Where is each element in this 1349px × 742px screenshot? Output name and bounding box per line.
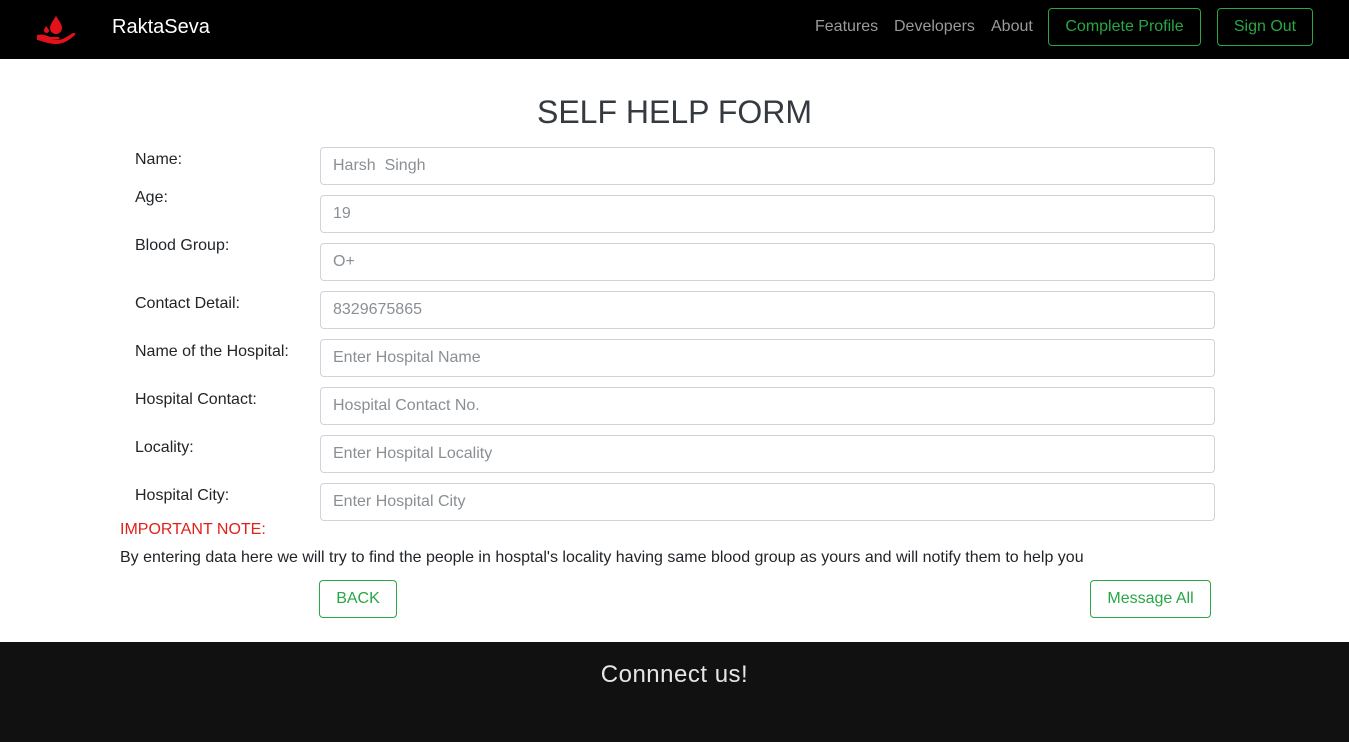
brand-name[interactable]: RaktaSeva	[112, 15, 210, 39]
complete-profile-button[interactable]: Complete Profile	[1048, 8, 1201, 46]
name-label: Name:	[135, 151, 183, 168]
top-navbar: RaktaSeva Features Developers About Comp…	[0, 0, 1349, 59]
contact-detail-label: Contact Detail:	[135, 295, 240, 312]
age-label: Age:	[135, 189, 168, 206]
footer	[0, 642, 1349, 742]
blood-group-label: Blood Group:	[135, 237, 230, 254]
hospital-city-input[interactable]	[320, 483, 1215, 521]
important-note-text: By entering data here we will try to fin…	[120, 549, 1084, 566]
nav-link-features[interactable]: Features	[815, 17, 878, 37]
hospital-city-label: Hospital City:	[135, 487, 230, 504]
sign-out-button[interactable]: Sign Out	[1217, 8, 1313, 46]
hospital-name-input[interactable]	[320, 339, 1215, 377]
hospital-contact-input[interactable]	[320, 387, 1215, 425]
page-title: SELF HELP FORM	[536, 94, 813, 130]
message-all-button[interactable]: Message All	[1090, 580, 1211, 618]
blood-drop-hand-icon[interactable]	[36, 13, 76, 45]
back-button[interactable]: BACK	[319, 580, 397, 618]
nav-link-developers[interactable]: Developers	[894, 17, 975, 37]
locality-input[interactable]	[320, 435, 1215, 473]
contact-detail-input[interactable]	[320, 291, 1215, 329]
nav-link-about[interactable]: About	[991, 17, 1033, 37]
blood-group-input[interactable]	[320, 243, 1215, 281]
name-input[interactable]	[320, 147, 1215, 185]
age-input[interactable]	[320, 195, 1215, 233]
locality-label: Locality:	[135, 439, 194, 456]
hospital-name-label: Name of the Hospital:	[135, 343, 289, 360]
hospital-contact-label: Hospital Contact:	[135, 391, 257, 408]
important-note-title: IMPORTANT NOTE:	[120, 521, 266, 538]
footer-title: Connnect us!	[600, 661, 749, 688]
